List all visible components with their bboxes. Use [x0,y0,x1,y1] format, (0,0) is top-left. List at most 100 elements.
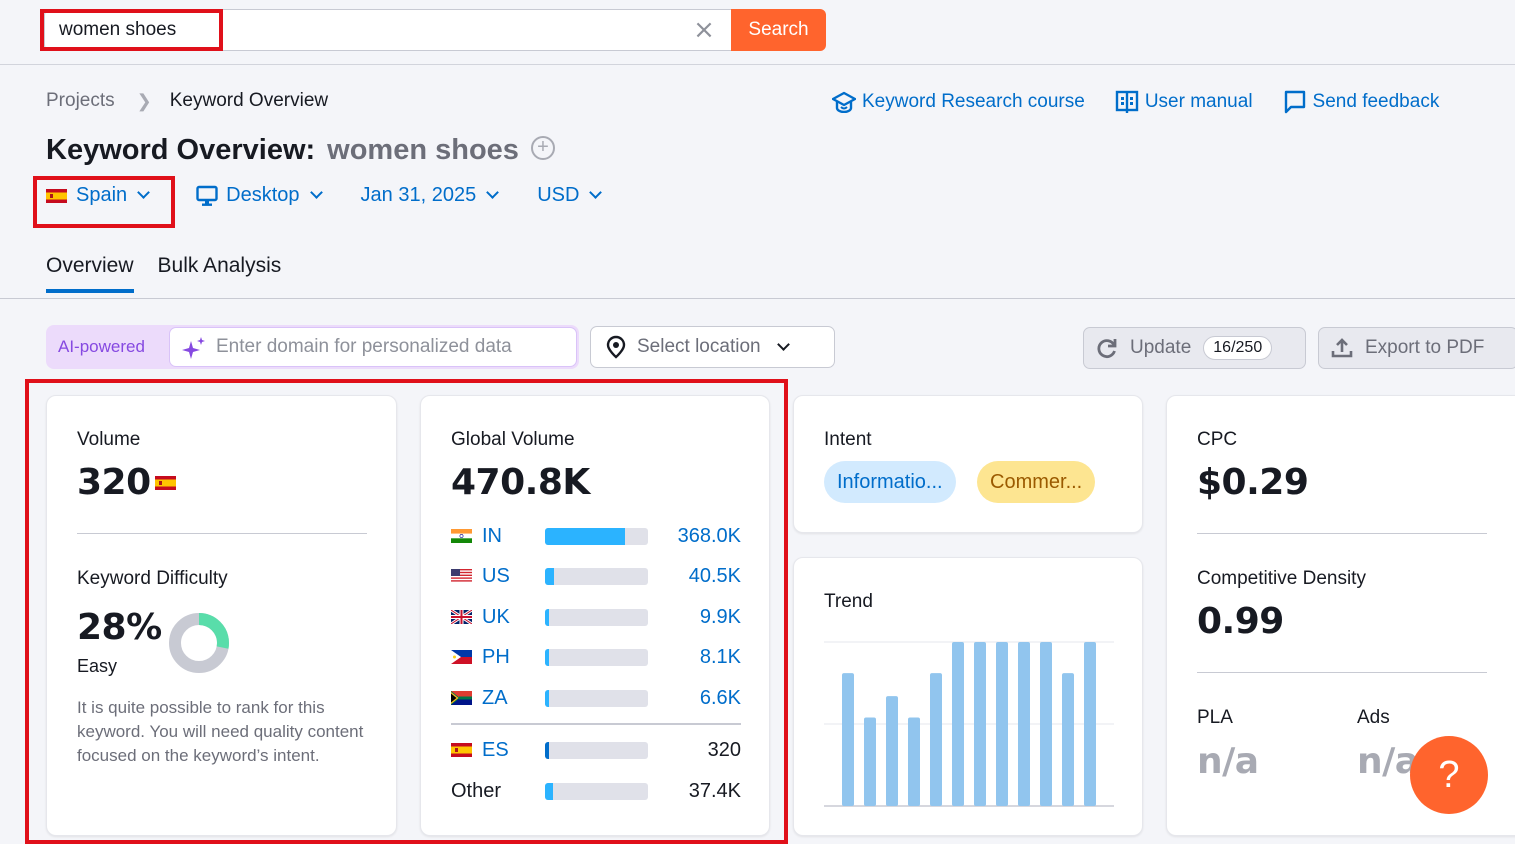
update-button[interactable]: Update 16/250 [1083,327,1306,369]
south-africa-flag-icon [451,691,472,705]
kd-label: Keyword Difficulty [77,568,228,589]
upload-icon [1331,338,1353,358]
chevron-down-icon [309,186,323,199]
date-value: Jan 31, 2025 [360,184,477,206]
chevron-right-icon: ❯ [136,90,152,111]
india-flag-icon [451,529,472,543]
share-bar [545,527,648,545]
country-row-us[interactable]: US 40.5K [451,564,741,588]
country-row-ph[interactable]: PH 8.1K [451,645,741,669]
trend-bar[interactable] [1084,642,1096,806]
country-row-es[interactable]: ES 320 [451,738,741,762]
breadcrumb-projects-link[interactable]: Projects [46,90,115,112]
export-pdf-button[interactable]: Export to PDF [1318,327,1515,369]
tabs-divider [0,298,1515,299]
trend-bar[interactable] [974,642,986,806]
trend-bar[interactable] [886,696,898,806]
intent-tag-informational[interactable]: Informatio... [824,461,956,503]
chevron-down-icon [776,337,790,351]
trend-bar[interactable] [1062,673,1074,806]
share-bar [545,648,648,666]
pla-label: PLA [1197,707,1233,728]
search-box[interactable] [44,9,732,51]
tab-overview[interactable]: Overview [46,254,134,293]
country-code: ZA [482,686,508,709]
domain-input[interactable] [216,328,572,366]
kd-level: Easy [77,656,118,676]
page-title-prefix: Keyword Overview: [46,134,316,166]
country-dropdown[interactable]: Spain [46,184,151,207]
global-volume-label: Global Volume [451,429,575,450]
country-row-uk[interactable]: UK 9.9K [451,605,741,629]
kd-donut-chart [169,613,229,673]
volume-value: 320 [77,462,151,503]
add-keyword-icon[interactable]: + [530,135,555,160]
device-dropdown[interactable]: Desktop [196,184,323,207]
breadcrumb-current: Keyword Overview [169,90,329,111]
trend-card: Trend [793,557,1143,836]
top-search-bar: × Search [0,0,1515,65]
trend-bar[interactable] [864,717,876,806]
trend-bar[interactable] [842,673,854,806]
clear-search-icon[interactable]: × [692,16,716,44]
chevron-down-icon [486,186,500,199]
page-title-keyword: women shoes [327,134,519,166]
search-input[interactable] [59,10,659,50]
location-placeholder: Select location [637,336,761,357]
trend-bar[interactable] [952,642,964,806]
user-manual-link[interactable]: User manual [1115,90,1253,114]
trend-chart [824,641,1114,807]
ai-powered-badge: AI-powered [58,337,145,356]
currency-dropdown[interactable]: USD [537,184,603,207]
trend-bar[interactable] [1040,642,1052,806]
send-feedback-link[interactable]: Send feedback [1283,90,1440,114]
tab-bulk-analysis[interactable]: Bulk Analysis [158,254,282,292]
share-bar [545,782,648,800]
search-button[interactable]: Search [731,9,826,51]
trend-bar[interactable] [930,673,942,806]
divider [1197,672,1487,673]
trend-bar[interactable] [908,717,920,806]
chat-icon [1284,90,1305,114]
currency-value: USD [537,184,580,206]
trend-label: Trend [824,591,873,612]
graduation-cap-icon [832,91,856,113]
help-button[interactable]: ? [1410,736,1488,814]
help-links: Keyword Research course User manual Send… [832,90,1439,114]
divider [451,723,741,725]
keyword-research-course-link[interactable]: Keyword Research course [832,91,1085,113]
update-count-badge: 16/250 [1203,336,1273,360]
volume-label: Volume [77,429,141,450]
country-volume: 320 [707,738,741,761]
share-bar-fill [545,648,549,666]
date-dropdown[interactable]: Jan 31, 2025 [360,184,500,207]
share-bar-fill [545,567,554,585]
share-bar [545,608,648,626]
volume-card: Volume 320 Keyword Difficulty 28% Easy I… [46,395,397,836]
kd-value: 28% [77,607,162,648]
country-code: ES [482,738,509,761]
uk-flag-icon [451,610,472,624]
country-value: Spain [76,184,128,206]
ai-domain-field: AI-powered [46,325,579,369]
country-row-in[interactable]: IN 368.0K [451,524,741,548]
intent-tag-commercial[interactable]: Commer... [977,461,1096,503]
kd-description: It is quite possible to rank for this ke… [77,698,364,765]
share-bar-fill [545,741,549,759]
help-link-label: Send feedback [1312,91,1440,112]
spain-flag-icon [46,188,67,203]
country-volume: 8.1K [699,645,741,668]
domain-input-wrapper[interactable] [169,327,577,367]
filters-bar: Spain Desktop Jan 31, 2025 USD [46,184,640,207]
update-label: Update [1130,337,1192,358]
trend-bar[interactable] [996,642,1008,806]
density-label: Competitive Density [1197,568,1366,589]
location-pin-icon [606,335,626,359]
country-volume: 40.5K [688,564,741,587]
philippines-flag-icon [451,650,472,664]
country-row-za[interactable]: ZA 6.6K [451,686,741,710]
desktop-icon [196,185,218,206]
trend-bar[interactable] [1018,642,1030,806]
other-volume: 37.4K [688,779,741,802]
location-select[interactable]: Select location [590,326,835,368]
